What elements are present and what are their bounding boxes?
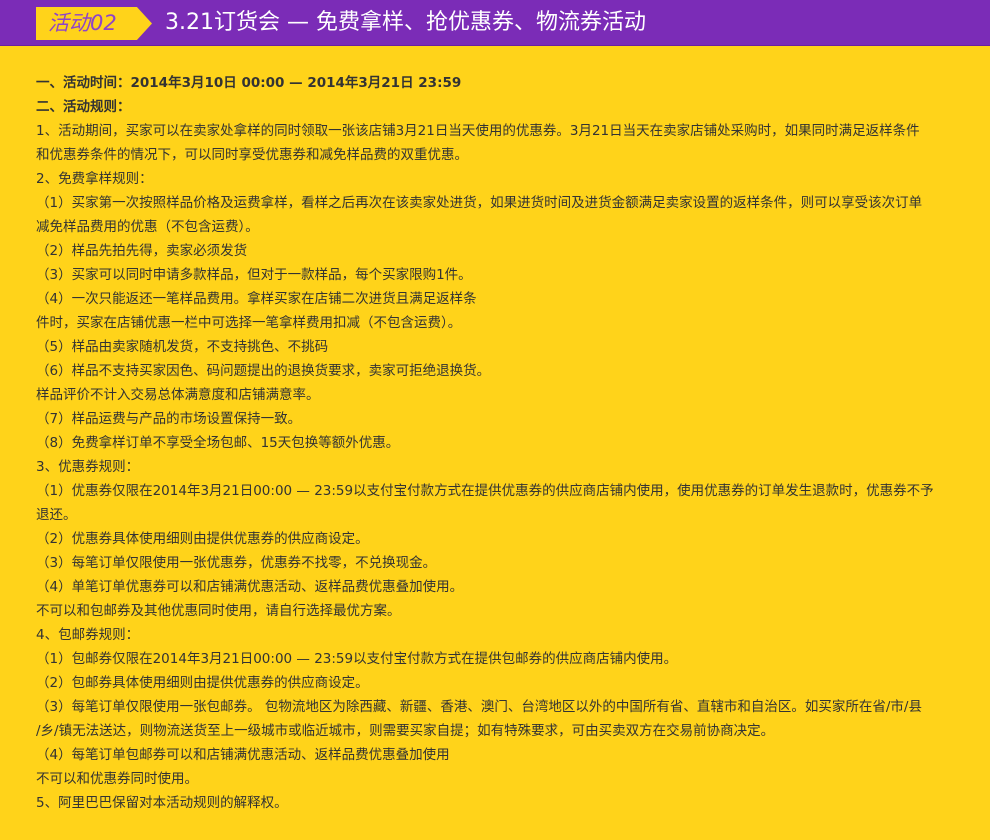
free-sample-item-6-line-2: 样品评价不计入交易总体满意度和店铺满意率。 — [36, 387, 320, 403]
rules-content: 一、活动时间：2014年3月10日 00:00 — 2014年3月21日 23:… — [36, 71, 976, 815]
activity-page: 活动02 3.21订货会 — 免费拿样、抢优惠券、物流券活动 一、活动时间：20… — [0, 0, 990, 840]
disclaimer: 5、阿里巴巴保留对本活动规则的解释权。 — [36, 795, 288, 811]
shipping-coupon-item-3-line-2: /乡/镇无法送达，则物流送货至上一级城市或临近城市，则需要买家自提；如有特殊要求… — [36, 723, 775, 739]
activity-badge: 活动02 — [36, 7, 152, 40]
coupon-item-1-line-2: 退还。 — [36, 507, 77, 523]
free-sample-heading: 2、免费拿样规则： — [36, 171, 153, 187]
activity-badge-label: 活动02 — [48, 11, 117, 35]
free-sample-item-4-line-2: 件时，买家在店铺优惠一栏中可选择一笔拿样费用扣减（不包含运费）。 — [36, 315, 462, 331]
free-sample-item-1-line-1: （1）买家第一次按照样品价格及运费拿样，看样之后再次在该卖家处进货，如果进货时间… — [36, 195, 923, 211]
coupon-heading: 3、优惠券规则： — [36, 459, 140, 475]
shipping-coupon-heading: 4、包邮券规则： — [36, 627, 140, 643]
coupon-item-4-line-1: （4）单笔订单优惠券可以和店铺满优惠活动、返样品费优惠叠加使用。 — [36, 579, 464, 595]
shipping-coupon-item-4-line-1: （4）每笔订单包邮券可以和店铺满优惠活动、返样品费优惠叠加使用 — [36, 747, 450, 763]
activity-header: 活动02 3.21订货会 — 免费拿样、抢优惠券、物流券活动 — [0, 0, 990, 46]
free-sample-item-2: （2）样品先拍先得，卖家必须发货 — [36, 243, 248, 259]
coupon-item-2: （2）优惠券具体使用细则由提供优惠券的供应商设定。 — [36, 531, 369, 547]
shipping-coupon-item-3-line-1: （3）每笔订单仅限使用一张包邮券。 包物流地区为除西藏、新疆、香港、澳门、台湾地… — [36, 699, 922, 715]
rules-heading: 二、活动规则： — [36, 99, 131, 115]
free-sample-item-7: （7）样品运费与产品的市场设置保持一致。 — [36, 411, 302, 427]
shipping-coupon-item-4-line-2: 不可以和优惠券同时使用。 — [36, 771, 198, 787]
activity-title: 3.21订货会 — 免费拿样、抢优惠券、物流券活动 — [165, 10, 646, 35]
free-sample-item-6-line-1: （6）样品不支持买家因色、码问题提出的退换货要求，卖家可拒绝退换货。 — [36, 363, 491, 379]
general-rule-line-1: 1、活动期间，买家可以在卖家处拿样的同时领取一张该店铺3月21日当天使用的优惠券… — [36, 123, 920, 139]
shipping-coupon-item-2: （2）包邮券具体使用细则由提供优惠券的供应商设定。 — [36, 675, 369, 691]
free-sample-item-5: （5）样品由卖家随机发货，不支持挑色、不挑码 — [36, 339, 329, 355]
general-rule-line-2: 和优惠券条件的情况下，可以同时享受优惠券和减免样品费的双重优惠。 — [36, 147, 468, 163]
coupon-item-1-line-1: （1）优惠券仅限在2014年3月21日00:00 — 23:59以支付宝付款方式… — [36, 483, 934, 499]
activity-time: 一、活动时间：2014年3月10日 00:00 — 2014年3月21日 23:… — [36, 75, 462, 91]
free-sample-item-3: （3）买家可以同时申请多款样品，但对于一款样品，每个买家限购1件。 — [36, 267, 472, 283]
free-sample-item-1-line-2: 减免样品费用的优惠（不包含运费）。 — [36, 219, 259, 235]
coupon-item-3: （3）每笔订单仅限使用一张优惠券，优惠券不找零，不兑换现金。 — [36, 555, 437, 571]
coupon-item-4-line-2: 不可以和包邮券及其他优惠同时使用，请自行选择最优方案。 — [36, 603, 401, 619]
shipping-coupon-item-1: （1）包邮券仅限在2014年3月21日00:00 — 23:59以支付宝付款方式… — [36, 651, 678, 667]
free-sample-item-4-line-1: （4）一次只能返还一笔样品费用。拿样买家在店铺二次进货且满足返样条 — [36, 291, 477, 307]
free-sample-item-8: （8）免费拿样订单不享受全场包邮、15天包换等额外优惠。 — [36, 435, 400, 451]
